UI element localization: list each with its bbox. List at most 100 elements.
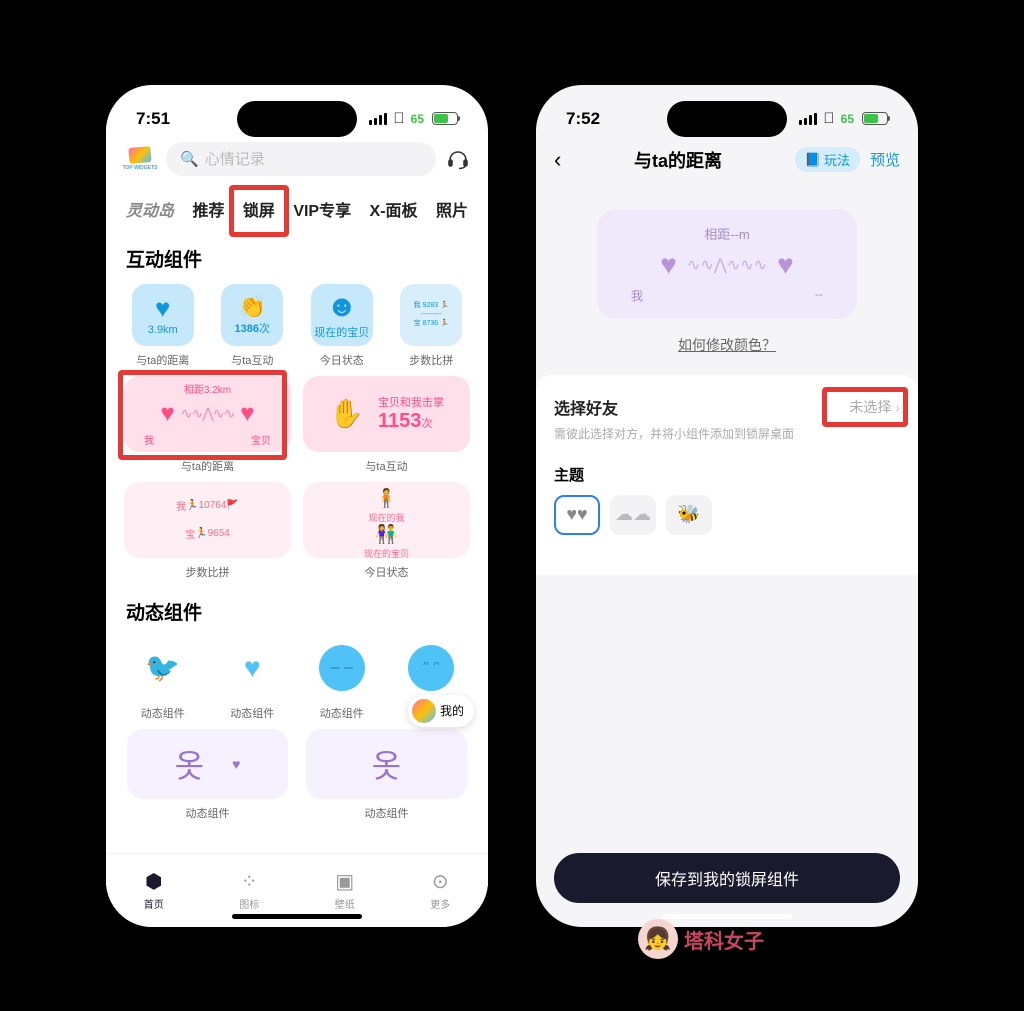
search-placeholder: 心情记录: [205, 148, 265, 169]
widget-grid-wide1: 相距3.2km ♥ ∿∿⋀∿∿ ♥ 我宝贝 与ta的距离 ✋ 宝贝和我击掌115…: [106, 368, 488, 474]
widget-status-wide[interactable]: 🧍现在的我 👫现在的宝贝 今日状态: [297, 474, 476, 580]
battery-icon: [432, 112, 458, 125]
heart-icon: ♥: [155, 293, 170, 324]
doc-icon: 📘: [805, 152, 821, 168]
more-icon: ⊙: [432, 869, 449, 894]
notch: [237, 101, 357, 137]
friend-hint: 需彼此选择对方，并将小组件添加到锁屏桌面: [554, 425, 900, 442]
hearts-theme-icon: ♥♥: [566, 504, 587, 525]
save-button[interactable]: 保存到我的锁屏组件: [554, 853, 900, 903]
signal-icon: [799, 113, 817, 125]
tab-photo[interactable]: 照片: [428, 191, 476, 227]
notch: [667, 101, 787, 137]
person-icon: 🧍: [375, 488, 397, 509]
bird-icon: 🐦: [145, 651, 180, 684]
section-interactive: 互动组件: [106, 227, 488, 284]
widget-clap-wide[interactable]: ✋ 宝贝和我击掌1153次 与ta互动: [297, 368, 476, 474]
widget-distance-wide[interactable]: 相距3.2km ♥ ∿∿⋀∿∿ ♥ 我宝贝 与ta的距离: [118, 368, 297, 474]
battery-percent: 65: [411, 112, 424, 126]
app-logo[interactable]: TOP WIDGETS: [122, 141, 158, 177]
widget-distance[interactable]: ♥3.9km 与ta的距离: [118, 284, 208, 368]
theme-section: 主题 ♥♥ ☁☁ 🐝: [554, 464, 900, 535]
dyn-widget-2[interactable]: ♥动态组件: [208, 637, 298, 721]
chevron-right-icon: ›: [895, 399, 900, 415]
phone-right: 7:52 􀙇 65 ‹ 与ta的距离 📘玩法 预览 相距--m ♥ ∿∿⋀∿∿∿…: [522, 71, 932, 941]
clouds-theme-icon: ☁☁: [615, 504, 651, 525]
heart-right-icon: ♥: [240, 400, 254, 428]
widget-grid-wide2: 我🏃10764🚩 宝🏃9654 步数比拼 🧍现在的我 👫现在的宝贝 今日状态: [106, 474, 488, 580]
back-button[interactable]: ‹: [554, 147, 561, 173]
theme-option-clouds[interactable]: ☁☁: [610, 495, 656, 535]
nav-more[interactable]: ⊙更多: [393, 854, 489, 927]
theme-option-hearts[interactable]: ♥♥: [554, 495, 600, 535]
select-friend-row[interactable]: 选择好友 未选择 ›: [554, 395, 900, 419]
home-icon: ⬢: [145, 869, 162, 894]
float-logo-icon: [412, 699, 436, 723]
color-help-link[interactable]: 如何修改颜色？: [536, 335, 918, 355]
detail-header: ‹ 与ta的距离 📘玩法 预览: [536, 135, 918, 185]
widget-steps[interactable]: 我 9283 🏃---------宝 8736 🏃 步数比拼: [387, 284, 477, 368]
tab-lock-screen[interactable]: 锁屏: [235, 191, 283, 227]
pulse-icon: ∿∿⋀∿∿: [181, 405, 234, 422]
clap-icon: 👏: [239, 294, 266, 320]
section-dynamic: 动态组件: [106, 580, 488, 637]
widget-today-status[interactable]: ☻现在的宝贝 今日状态: [297, 284, 387, 368]
widget-interact[interactable]: 👏1386次 与ta互动: [208, 284, 298, 368]
top-row: TOP WIDGETS 🔍 心情记录: [106, 135, 488, 187]
smile-icon: ☻: [326, 290, 358, 324]
preview-link[interactable]: 预览: [870, 149, 900, 170]
dyn-wide-2[interactable]: 옷动态组件: [297, 729, 476, 821]
status-right: 􀙇 65: [799, 110, 888, 127]
home-indicator[interactable]: [232, 914, 362, 919]
grid-icon: ⁘: [241, 869, 258, 894]
dyn-wide-1[interactable]: 옷♥动态组件: [118, 729, 297, 821]
theme-option-bees[interactable]: 🐝: [666, 495, 712, 535]
dyn-widget-1[interactable]: 🐦动态组件: [118, 637, 208, 721]
couple-icon: 👫: [375, 524, 397, 545]
play-badge[interactable]: 📘玩法: [795, 147, 860, 172]
image-icon: ▣: [335, 869, 354, 894]
nav-home[interactable]: ⬢首页: [106, 854, 202, 927]
clap-big-icon: ✋: [329, 397, 364, 430]
heart-left-icon: ♥: [660, 249, 677, 281]
search-input[interactable]: 🔍 心情记录: [166, 142, 436, 176]
support-icon[interactable]: [444, 145, 472, 173]
tab-recommend[interactable]: 推荐: [184, 191, 232, 227]
status-time: 7:52: [566, 109, 600, 129]
dyn-widget-3[interactable]: – –动态组件: [297, 637, 387, 721]
smile-face-icon: ᵔ ᵔ: [408, 645, 454, 691]
bees-theme-icon: 🐝: [678, 504, 700, 525]
status-right: 􀙇 65: [369, 110, 458, 127]
home-indicator[interactable]: [662, 914, 792, 919]
screen-right: 7:52 􀙇 65 ‹ 与ta的距离 📘玩法 预览 相距--m ♥ ∿∿⋀∿∿∿…: [536, 85, 918, 927]
battery-icon: [862, 112, 888, 125]
float-my-button[interactable]: 我的: [408, 695, 474, 727]
wifi-icon: 􀙇: [393, 110, 404, 127]
heart-right-icon: ♥: [777, 249, 794, 281]
widget-grid-row1: ♥3.9km 与ta的距离 👏1386次 与ta互动 ☻现在的宝贝 今日状态 我…: [106, 284, 488, 368]
dynamic-grid: 🐦动态组件 ♥动态组件 – –动态组件 ᵔ ᵔ动态组件 옷♥动态组件 옷动态组件: [106, 637, 488, 821]
runner-icon: 🏃: [186, 500, 198, 511]
battery-percent: 65: [841, 112, 854, 126]
distance-top: 相距3.2km: [184, 381, 231, 396]
pixel-heart-icon: ♥: [244, 652, 261, 684]
watermark-avatar-icon: 👧: [638, 919, 678, 959]
search-icon: 🔍: [180, 150, 199, 168]
tab-x-panel[interactable]: X-面板: [362, 191, 426, 227]
dance-figure-icon: 옷: [372, 741, 401, 787]
watermark: 👧 塔科女子: [638, 919, 764, 959]
stick-figure-icon: 옷: [175, 741, 204, 787]
page-title: 与ta的距离: [561, 147, 794, 173]
signal-icon: [369, 113, 387, 125]
widget-preview: 相距--m ♥ ∿∿⋀∿∿∿ ♥ 我--: [597, 209, 857, 319]
pulse-icon: ∿∿⋀∿∿∿: [687, 255, 767, 275]
screen-left: 7:51 􀙇 65 TOP WIDGETS 🔍 心情记录 灵动岛: [106, 85, 488, 927]
face-icon: – –: [319, 645, 365, 691]
tab-dynamic-island[interactable]: 灵动岛: [118, 191, 182, 227]
status-time: 7:51: [136, 109, 170, 129]
tab-vip[interactable]: VIP专享: [285, 191, 359, 227]
settings-panel: 选择好友 未选择 › 需彼此选择对方，并将小组件添加到锁屏桌面 主题 ♥♥ ☁☁…: [536, 375, 918, 575]
logo-icon: [128, 146, 151, 164]
category-tabs: 灵动岛 推荐 锁屏 VIP专享 X-面板 照片: [106, 187, 488, 227]
widget-steps-wide[interactable]: 我🏃10764🚩 宝🏃9654 步数比拼: [118, 474, 297, 580]
